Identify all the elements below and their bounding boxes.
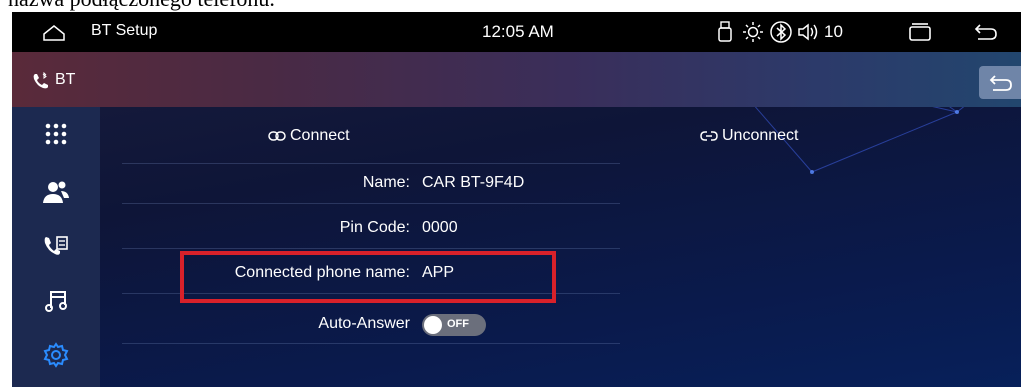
return-icon (989, 75, 1012, 91)
header-back-button[interactable] (979, 66, 1021, 99)
header-title: BT (55, 71, 76, 88)
car-head-unit-screen: BT Setup 12:05 AM 10 BT Connect Unconnec… (12, 12, 1021, 387)
caption-text: nazwa podłączonego telefonu. (0, 0, 1021, 12)
sidebar-item-settings[interactable] (12, 328, 100, 382)
highlight-box (180, 251, 556, 303)
pin-code-row[interactable]: Pin Code: 0000 (122, 209, 620, 249)
sidebar-item-contacts[interactable] (12, 165, 100, 219)
name-value: CAR BT-9F4D (422, 174, 525, 191)
name-row[interactable]: Name: CAR BT-9F4D (122, 164, 620, 204)
header-bar: BT (12, 52, 1021, 107)
pin-code-value: 0000 (422, 219, 458, 236)
sidebar (12, 107, 100, 387)
connect-row-divider (122, 124, 620, 164)
home-icon[interactable] (42, 22, 66, 42)
auto-answer-toggle[interactable]: OFF (422, 314, 486, 336)
name-label: Name: (362, 174, 410, 191)
music-icon (45, 291, 67, 312)
sidebar-item-music[interactable] (12, 274, 100, 328)
brightness-icon[interactable] (742, 21, 764, 43)
auto-answer-row: Auto-Answer OFF (122, 302, 620, 344)
bluetooth-icon (770, 21, 792, 43)
clock: 12:05 AM (482, 22, 554, 41)
pin-code-label: Pin Code: (339, 219, 410, 236)
back-icon[interactable] (974, 22, 998, 42)
apps-grid-icon (45, 123, 67, 145)
status-bar: BT Setup 12:05 AM 10 (12, 12, 1021, 52)
sidebar-item-call-log[interactable] (12, 220, 100, 274)
auto-answer-label: Auto-Answer (318, 315, 410, 332)
call-log-icon (44, 236, 68, 255)
sidebar-item-apps[interactable] (12, 107, 100, 161)
phone-bluetooth-icon (33, 72, 48, 89)
volume-level: 10 (824, 22, 843, 41)
usb-icon (718, 21, 732, 42)
unlink-icon (700, 131, 718, 141)
recent-apps-icon[interactable] (908, 22, 932, 42)
unconnect-button[interactable]: Unconnect (700, 122, 799, 150)
toggle-knob (424, 316, 442, 334)
contacts-icon (43, 181, 69, 203)
volume-icon[interactable] (797, 21, 821, 43)
screen-title: BT Setup (91, 22, 158, 39)
unconnect-label: Unconnect (722, 127, 799, 144)
settings-gear-icon (43, 342, 69, 368)
toggle-state: OFF (447, 318, 469, 330)
